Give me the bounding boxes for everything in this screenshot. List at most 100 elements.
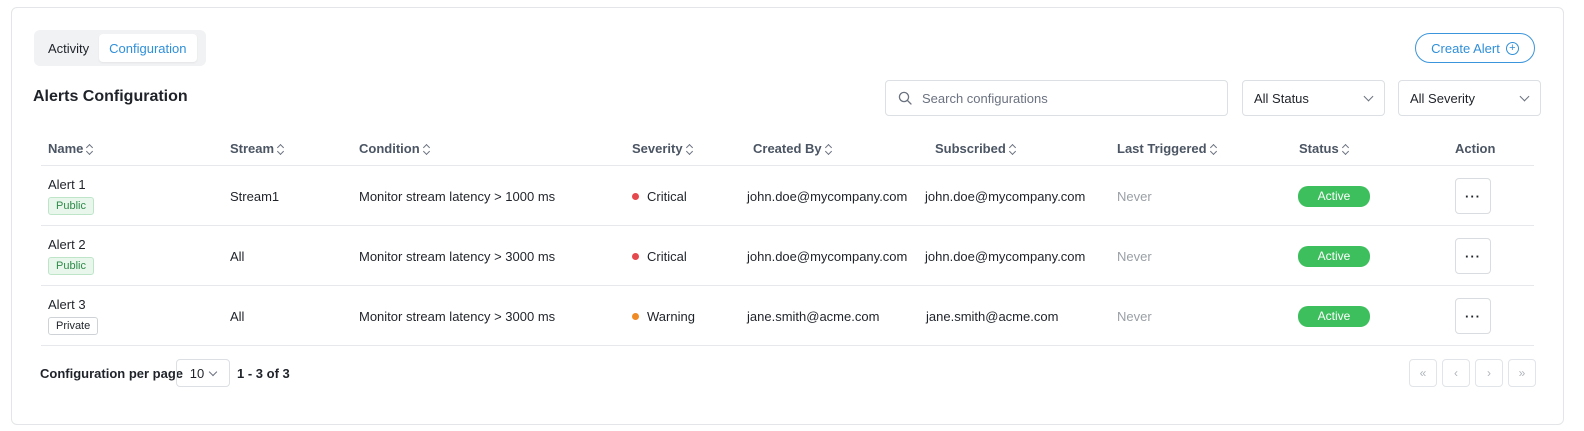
tab-group: Activity Configuration — [34, 30, 206, 66]
sort-icon — [824, 143, 832, 155]
column-header-condition[interactable]: Condition — [359, 130, 430, 166]
severity-cell: Critical — [632, 166, 687, 226]
chevron-down-icon — [1363, 91, 1374, 101]
sort-icon — [685, 143, 693, 155]
sort-icon — [86, 143, 94, 155]
last-triggered-cell: Never — [1117, 248, 1152, 264]
created-by-cell: john.doe@mycompany.com — [747, 188, 908, 204]
action-cell: ··· — [1455, 166, 1491, 226]
column-header-status[interactable]: Status — [1299, 130, 1349, 166]
pagination-controls: « ‹ › » — [1409, 359, 1536, 387]
first-page-button[interactable]: « — [1409, 359, 1437, 387]
create-alert-button[interactable]: Create Alert + — [1415, 33, 1535, 63]
column-header-created-by[interactable]: Created By — [753, 130, 832, 166]
alert-name-cell: Alert 2 Public — [48, 226, 94, 286]
per-page-label: Configuration per page — [40, 366, 183, 381]
visibility-badge: Public — [48, 197, 94, 215]
sort-icon — [422, 143, 430, 155]
table-row: Alert 3 Private All Monitor stream laten… — [41, 286, 1534, 346]
created-by-cell: john.doe@mycompany.com — [747, 248, 908, 264]
alert-name[interactable]: Alert 3 — [48, 297, 86, 312]
status-badge: Active — [1298, 305, 1370, 327]
chevron-down-icon — [1519, 91, 1530, 101]
next-page-button[interactable]: › — [1475, 359, 1503, 387]
stream-cell: Stream1 — [230, 188, 280, 204]
severity-filter-value: All Severity — [1410, 90, 1476, 106]
subscribed-cell: jane.smith@acme.com — [926, 308, 1059, 324]
severity-dot-icon — [632, 192, 639, 200]
column-label: Created By — [753, 140, 822, 156]
column-label: Stream — [230, 140, 275, 156]
severity-label: Warning — [647, 308, 695, 324]
condition-cell: Monitor stream latency > 1000 ms — [359, 188, 556, 204]
alert-name[interactable]: Alert 2 — [48, 237, 86, 252]
search-icon — [898, 91, 912, 105]
action-cell: ··· — [1455, 226, 1491, 286]
alerts-table: Name Stream Condition Severity Created B… — [41, 130, 1534, 346]
alert-name-cell: Alert 3 Private — [48, 286, 99, 346]
subscribed-cell: john.doe@mycompany.com — [925, 248, 1086, 264]
table-row: Alert 2 Public All Monitor stream latenc… — [41, 226, 1534, 286]
severity-dot-icon — [632, 312, 639, 320]
status-cell: Active — [1298, 286, 1370, 346]
column-header-last-triggered[interactable]: Last Triggered — [1117, 130, 1217, 166]
status-filter-select[interactable]: All Status — [1242, 80, 1385, 116]
more-actions-button[interactable]: ··· — [1455, 178, 1491, 214]
page-title: Alerts Configuration — [33, 88, 188, 105]
table-row: Alert 1 Public Stream1 Monitor stream la… — [41, 166, 1534, 226]
status-badge: Active — [1298, 185, 1370, 207]
column-header-severity[interactable]: Severity — [632, 130, 693, 166]
column-label: Name — [48, 140, 84, 156]
sort-icon — [1008, 143, 1016, 155]
tab-activity[interactable]: Activity — [38, 34, 99, 62]
last-triggered-cell: Never — [1117, 188, 1152, 204]
alerts-card: Activity Configuration Create Alert + Al… — [11, 7, 1564, 425]
subscribed-cell: john.doe@mycompany.com — [925, 188, 1086, 204]
column-header-action: Action — [1455, 130, 1495, 166]
column-label: Condition — [359, 140, 420, 156]
status-filter-value: All Status — [1254, 90, 1309, 106]
column-label: Subscribed — [935, 140, 1006, 156]
column-label: Severity — [632, 140, 683, 156]
severity-dot-icon — [632, 252, 639, 260]
prev-page-button[interactable]: ‹ — [1442, 359, 1470, 387]
tab-configuration[interactable]: Configuration — [99, 34, 197, 62]
severity-label: Critical — [647, 248, 687, 264]
action-cell: ··· — [1455, 286, 1491, 346]
status-cell: Active — [1298, 166, 1370, 226]
column-label: Status — [1299, 140, 1339, 156]
visibility-badge: Public — [48, 257, 94, 275]
search-box[interactable] — [885, 80, 1228, 116]
per-page-select[interactable]: 10 — [176, 359, 230, 387]
status-badge: Active — [1298, 245, 1370, 267]
stream-cell: All — [230, 248, 245, 264]
status-cell: Active — [1298, 226, 1370, 286]
condition-cell: Monitor stream latency > 3000 ms — [359, 248, 556, 264]
per-page-value: 10 — [189, 365, 205, 381]
pagination-range: 1 - 3 of 3 — [237, 366, 290, 381]
visibility-badge: Private — [48, 317, 99, 335]
more-actions-button[interactable]: ··· — [1455, 298, 1491, 334]
severity-cell: Warning — [632, 286, 695, 346]
alert-name[interactable]: Alert 1 — [48, 177, 86, 192]
severity-filter-select[interactable]: All Severity — [1398, 80, 1541, 116]
sort-icon — [277, 143, 285, 155]
condition-cell: Monitor stream latency > 3000 ms — [359, 308, 556, 324]
sort-icon — [1209, 143, 1217, 155]
chevron-down-icon — [208, 367, 218, 376]
stream-cell: All — [230, 308, 245, 324]
column-header-stream[interactable]: Stream — [230, 130, 285, 166]
search-input[interactable] — [922, 90, 1212, 106]
alert-name-cell: Alert 1 Public — [48, 166, 94, 226]
column-header-name[interactable]: Name — [48, 130, 94, 166]
column-label: Last Triggered — [1117, 140, 1207, 156]
created-by-cell: jane.smith@acme.com — [747, 308, 880, 324]
column-header-subscribed[interactable]: Subscribed — [935, 130, 1016, 166]
more-actions-button[interactable]: ··· — [1455, 238, 1491, 274]
table-header: Name Stream Condition Severity Created B… — [41, 130, 1534, 166]
severity-cell: Critical — [632, 226, 687, 286]
column-label: Action — [1455, 140, 1496, 156]
plus-circle-icon: + — [1505, 41, 1519, 55]
last-page-button[interactable]: » — [1508, 359, 1536, 387]
sort-icon — [1341, 143, 1349, 155]
